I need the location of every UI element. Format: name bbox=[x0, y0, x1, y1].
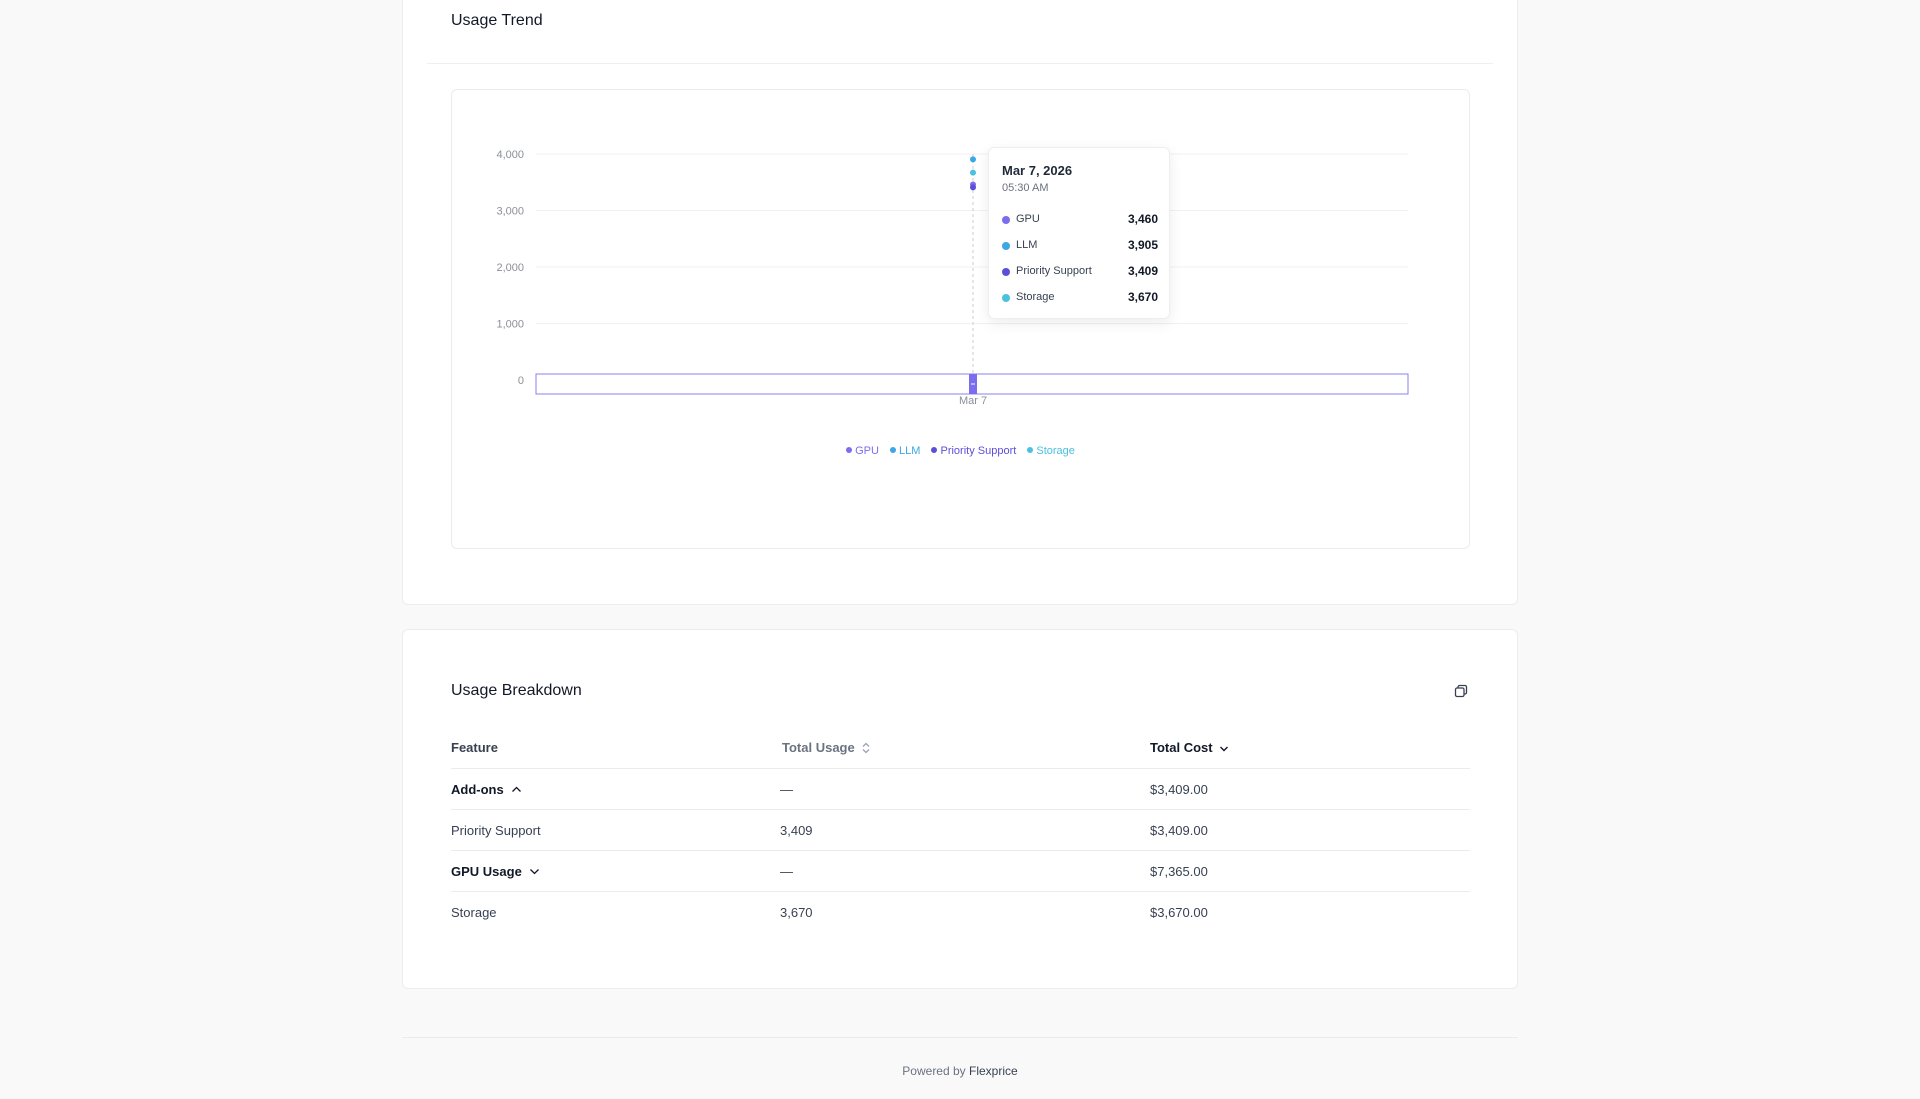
priority-support-dot-icon bbox=[1002, 268, 1010, 276]
chart-svg: 0 1,000 2,000 3,000 4,000 Mar 7 bbox=[496, 149, 1409, 407]
tooltip-row-storage: Storage 3,670 bbox=[1002, 290, 1158, 306]
legend-item-gpu[interactable]: GPU bbox=[846, 445, 879, 457]
tooltip-row-value: 3,670 bbox=[1127, 290, 1158, 304]
column-header-total-usage[interactable]: Total Usage bbox=[782, 740, 871, 755]
tooltip-row-label: LLM bbox=[1016, 239, 1038, 251]
y-tick-label: 0 bbox=[518, 375, 524, 387]
divider bbox=[427, 63, 1493, 64]
group-toggle[interactable]: Add-ons bbox=[451, 782, 522, 797]
legend-label: Priority Support bbox=[940, 445, 1017, 457]
footer-divider bbox=[402, 1037, 1518, 1038]
column-header-total-cost[interactable]: Total Cost bbox=[1150, 740, 1229, 755]
footer-brand-link[interactable]: Flexprice bbox=[969, 1064, 1018, 1078]
y-tick-label: 4,000 bbox=[496, 149, 524, 161]
legend-item-llm[interactable]: LLM bbox=[890, 445, 920, 457]
legend-dot-icon bbox=[931, 447, 938, 453]
row-feature: Add-ons bbox=[451, 782, 504, 797]
legend-item-priority-support[interactable]: Priority Support bbox=[931, 445, 1016, 457]
usage-breakdown-title: Usage Breakdown bbox=[451, 682, 582, 699]
row-feature: GPU Usage bbox=[451, 864, 522, 879]
legend-label: Storage bbox=[1036, 445, 1075, 457]
legend-item-storage[interactable]: Storage bbox=[1027, 445, 1075, 457]
row-usage: — bbox=[780, 864, 793, 879]
llm-dot-icon bbox=[1002, 242, 1010, 250]
row-cost: $3,409.00 bbox=[1150, 782, 1208, 797]
usage-breakdown-table: Feature Total Usage Total Cost Add-ons —… bbox=[451, 720, 1470, 933]
column-header-feature: Feature bbox=[451, 740, 498, 755]
column-header-label: Total Cost bbox=[1150, 740, 1213, 755]
tooltip-row-priority-support: Priority Support 3,409 bbox=[1002, 264, 1158, 280]
column-header-label: Feature bbox=[451, 740, 498, 755]
data-point-priority-support bbox=[970, 184, 976, 191]
tooltip-row-value: 3,905 bbox=[1127, 238, 1158, 252]
legend-dot-icon bbox=[890, 447, 897, 453]
tooltip-row-label: Priority Support bbox=[1016, 265, 1092, 277]
y-tick-label: 3,000 bbox=[496, 206, 524, 218]
chevron-down-icon bbox=[529, 869, 539, 875]
table-row-group[interactable]: Add-ons — $3,409.00 bbox=[451, 769, 1470, 810]
copy-icon bbox=[1454, 684, 1468, 698]
chevron-up-icon bbox=[511, 786, 521, 792]
usage-trend-chart: 0 1,000 2,000 3,000 4,000 Mar 7 Mar 7, 2026 0… bbox=[451, 89, 1470, 549]
row-usage: 3,670 bbox=[780, 905, 813, 920]
column-header-label: Total Usage bbox=[782, 740, 855, 755]
y-tick-label: 2,000 bbox=[496, 262, 524, 274]
row-usage: — bbox=[780, 782, 793, 797]
row-cost: $3,409.00 bbox=[1150, 823, 1208, 838]
data-point-storage bbox=[970, 169, 976, 176]
copy-button[interactable] bbox=[1453, 683, 1469, 699]
legend-label: GPU bbox=[855, 445, 879, 457]
y-tick-label: 1,000 bbox=[496, 319, 524, 331]
tooltip-date: Mar 7, 2026 bbox=[1002, 163, 1073, 178]
chart-legend: GPU LLM Priority Support Storage bbox=[452, 445, 1469, 457]
gpu-dot-icon bbox=[1002, 216, 1010, 224]
row-usage: 3,409 bbox=[780, 823, 813, 838]
tooltip-row-llm: LLM 3,905 bbox=[1002, 238, 1158, 254]
sort-icon bbox=[862, 742, 870, 754]
usage-breakdown-card: Usage Breakdown Feature Total Usage Tota… bbox=[402, 629, 1518, 989]
storage-dot-icon bbox=[1002, 294, 1010, 302]
tooltip-row-label: GPU bbox=[1016, 213, 1040, 225]
legend-dot-icon bbox=[846, 447, 853, 453]
group-toggle[interactable]: GPU Usage bbox=[451, 864, 540, 879]
row-cost: $3,670.00 bbox=[1150, 905, 1208, 920]
tooltip-row-label: Storage bbox=[1016, 291, 1055, 303]
x-tick-label: Mar 7 bbox=[959, 395, 987, 407]
usage-trend-card: Usage Trend 0 1,000 2,000 3,000 4,000 Mar 7 M… bbox=[402, 0, 1518, 605]
legend-dot-icon bbox=[1027, 447, 1034, 453]
tooltip-time: 05:30 AM bbox=[1002, 182, 1049, 194]
tooltip-row-value: 3,409 bbox=[1127, 264, 1158, 278]
row-feature: Storage bbox=[451, 905, 497, 920]
table-row-group[interactable]: GPU Usage — $7,365.00 bbox=[451, 851, 1470, 892]
usage-trend-title: Usage Trend bbox=[451, 12, 543, 29]
table-header: Feature Total Usage Total Cost bbox=[451, 720, 1470, 769]
footer: Powered by Flexprice bbox=[0, 1064, 1920, 1078]
legend-label: LLM bbox=[899, 445, 921, 457]
tooltip-row-gpu: GPU 3,460 bbox=[1002, 212, 1158, 228]
data-point-llm bbox=[970, 156, 976, 163]
sort-descending-icon bbox=[1219, 746, 1228, 752]
tooltip-row-value: 3,460 bbox=[1127, 212, 1158, 226]
table-row: Storage 3,670 $3,670.00 bbox=[451, 892, 1470, 933]
row-cost: $7,365.00 bbox=[1150, 864, 1208, 879]
footer-prefix: Powered by bbox=[902, 1064, 966, 1078]
chart-tooltip: Mar 7, 2026 05:30 AM GPU 3,460 LLM 3,905… bbox=[988, 147, 1170, 319]
row-feature: Priority Support bbox=[451, 823, 541, 838]
table-row: Priority Support 3,409 $3,409.00 bbox=[451, 810, 1470, 851]
